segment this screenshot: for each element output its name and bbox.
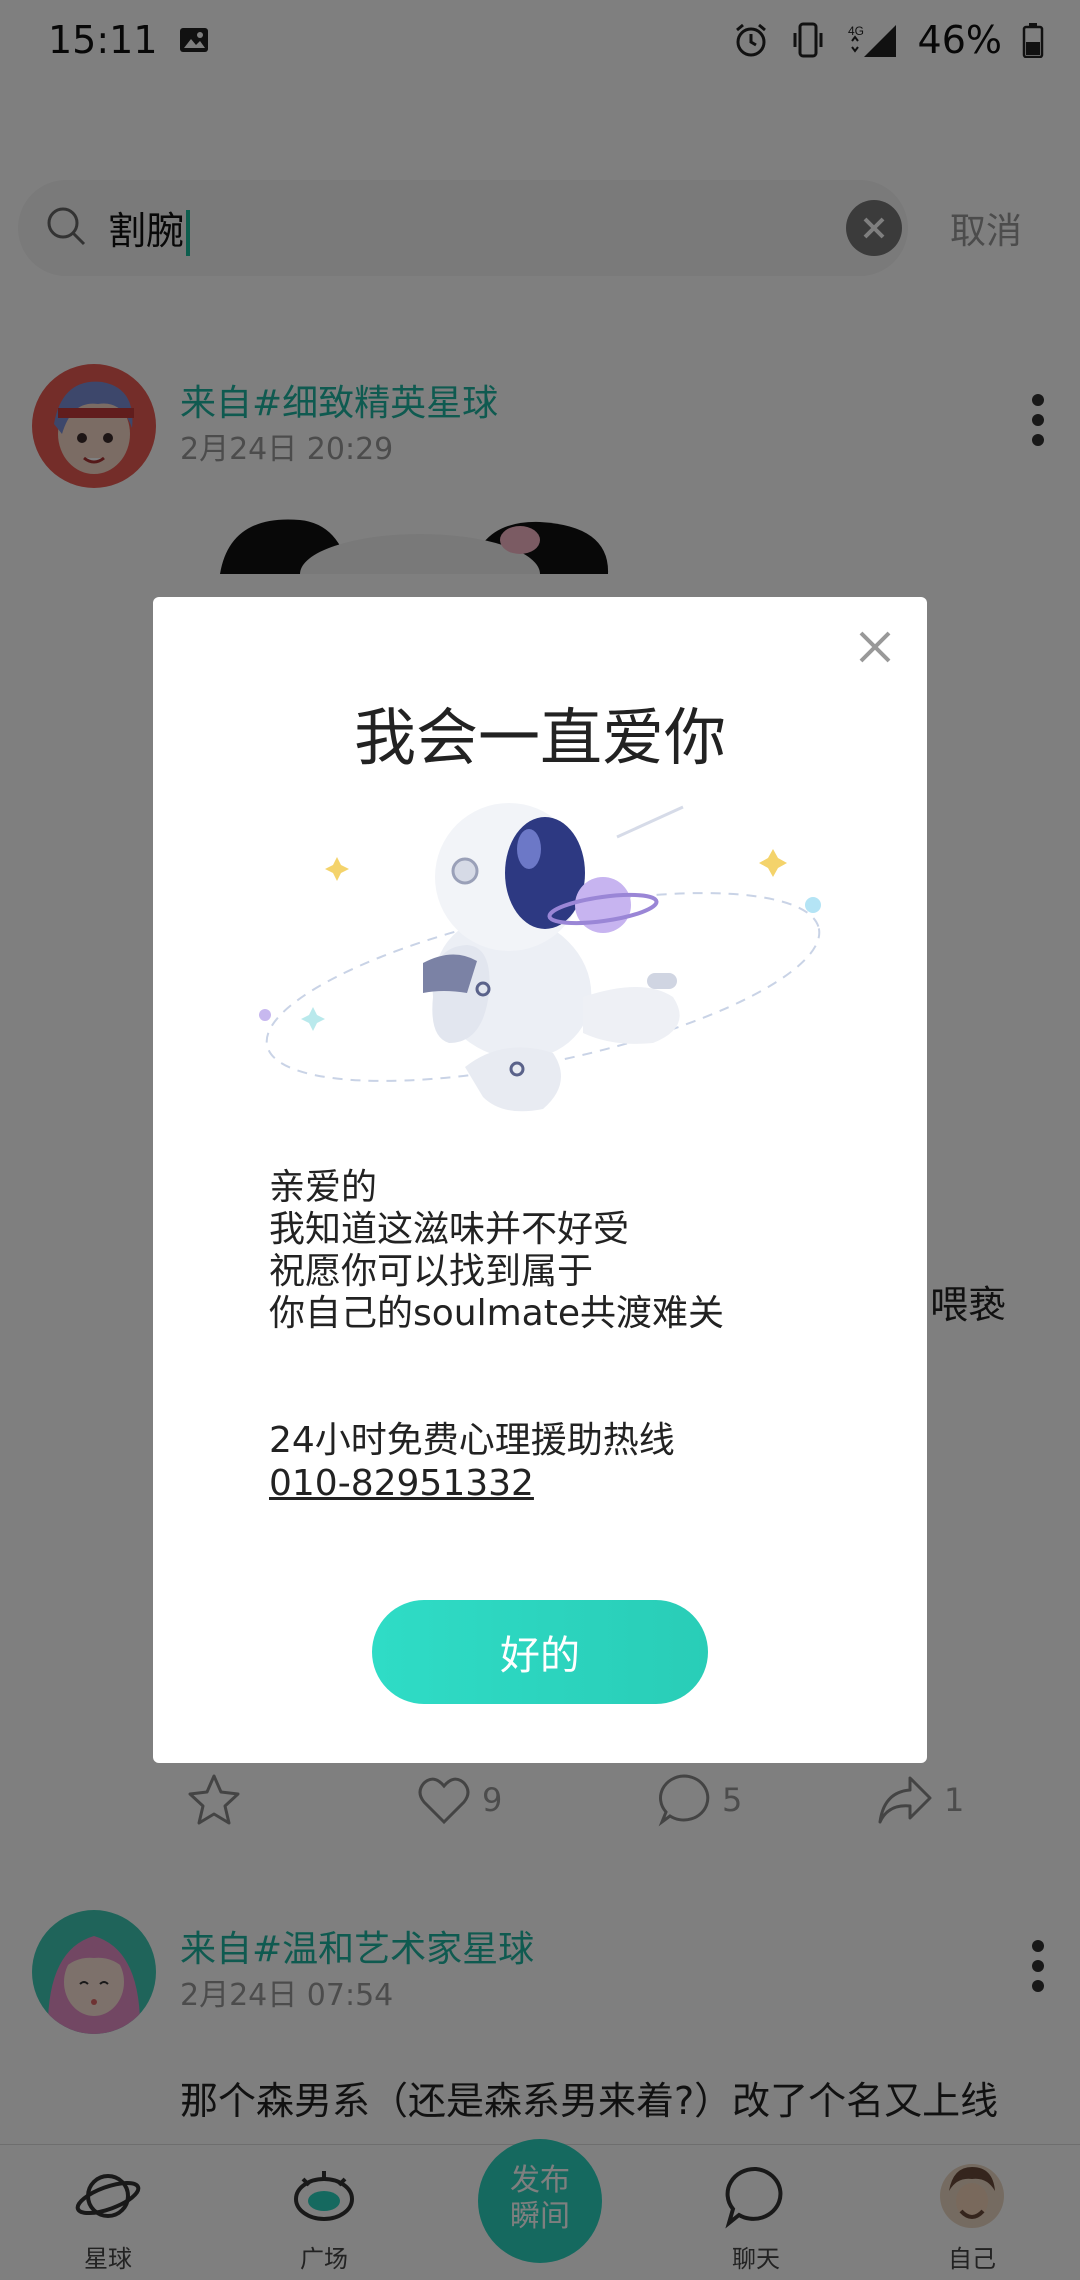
ok-button[interactable]: 好的: [372, 1600, 708, 1704]
hotline-number-link[interactable]: 010-82951332: [269, 1463, 534, 1504]
hotline-label: 24小时免费心理援助热线: [269, 1420, 675, 1461]
support-dialog: 我会一直爱你 亲爱的 我知道这滋味并不好受 祝愿你可以找到属于 你自己的soul…: [153, 597, 927, 1763]
dialog-message: 亲爱的 我知道这滋味并不好受 祝愿你可以找到属于 你自己的soulmate共渡难…: [269, 1167, 724, 1334]
dialog-title: 我会一直爱你: [353, 701, 726, 774]
close-icon[interactable]: [853, 625, 897, 669]
astronaut-illustration: [253, 797, 833, 1137]
